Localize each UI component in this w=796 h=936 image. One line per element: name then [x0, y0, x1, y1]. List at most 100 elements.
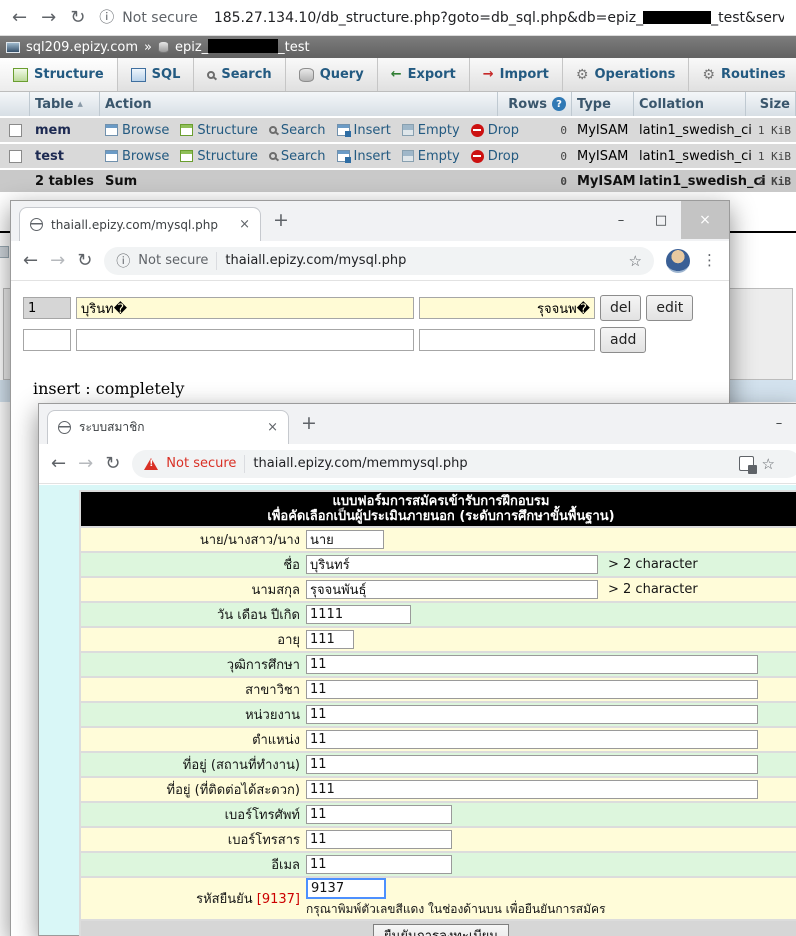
tab-structure[interactable]: Structure — [0, 58, 118, 91]
action-browse[interactable]: Browse — [105, 123, 169, 138]
tab-export[interactable]: ←Export — [378, 58, 470, 91]
form-title: แบบฟอร์มการสมัครเข้ารับการฝึกอบรม เพื่อค… — [81, 492, 796, 526]
tab-search[interactable]: Search — [194, 58, 285, 91]
contact-address-input[interactable] — [306, 780, 758, 799]
table-row-test: test Browse Structure Search Insert Empt… — [0, 144, 796, 168]
sql-icon — [131, 68, 146, 82]
reload-icon[interactable]: ↻ — [105, 455, 120, 473]
table-name[interactable]: test — [30, 144, 100, 168]
work-address-input[interactable] — [306, 755, 758, 774]
new-tab-button[interactable]: + — [301, 412, 317, 434]
tab-import[interactable]: →Import — [470, 58, 563, 91]
address-bar[interactable]: ⓘ Not secure thaiall.epizy.com/mysql.php… — [104, 247, 654, 275]
collation: latin1_swedish_ci — [634, 144, 746, 168]
verify-code-input[interactable] — [306, 878, 386, 899]
forward-icon[interactable]: → — [41, 9, 56, 27]
col-size: Size — [746, 92, 796, 116]
tab-query[interactable]: Query — [286, 58, 378, 91]
back-icon[interactable]: ← — [51, 455, 66, 473]
browser-tab[interactable]: thaiall.epizy.com/mysql.php × — [19, 207, 261, 241]
tab-routines[interactable]: ⚙Routines — [689, 58, 796, 91]
firstname-input[interactable] — [306, 555, 598, 574]
translate-icon[interactable] — [739, 456, 754, 471]
minimize-button[interactable]: – — [759, 404, 796, 442]
row-checkbox[interactable] — [9, 124, 22, 137]
window-titlebar[interactable]: thaiall.epizy.com/mysql.php × + – □ × — [11, 201, 729, 241]
age-input[interactable] — [306, 630, 354, 649]
tab-close-icon[interactable]: × — [239, 217, 250, 232]
organization-input[interactable] — [306, 705, 758, 724]
tab-operations[interactable]: ⚙Operations — [563, 58, 690, 91]
back-icon[interactable]: ← — [23, 252, 38, 270]
email-input[interactable] — [306, 855, 452, 874]
tab-close-icon[interactable]: × — [267, 420, 278, 435]
delete-button[interactable]: del — [600, 295, 641, 321]
bookmark-star-icon[interactable]: ☆ — [629, 252, 642, 270]
add-button[interactable]: add — [600, 327, 646, 353]
table-name[interactable]: mem — [30, 118, 100, 142]
form-row: อายุ — [81, 628, 796, 651]
form-row: เบอร์โทรศัพท์ — [81, 803, 796, 826]
action-structure[interactable]: Structure — [180, 149, 257, 164]
breadcrumb-db[interactable]: epiz__test — [175, 39, 310, 55]
address-bar[interactable]: ⓘ Not secure 185.27.134.10/db_structure.… — [99, 9, 784, 27]
record-name-field[interactable] — [76, 297, 414, 319]
record-surname-field[interactable] — [419, 297, 595, 319]
education-input[interactable] — [306, 655, 758, 674]
action-insert[interactable]: Insert — [337, 123, 391, 138]
screenshot-root: ← → ↻ ⓘ Not secure 185.27.134.10/db_stru… — [0, 0, 796, 936]
major-input[interactable] — [306, 680, 758, 699]
position-input[interactable] — [306, 730, 758, 749]
back-icon[interactable]: ← — [12, 9, 27, 27]
col-rows: Rows — [508, 97, 547, 112]
breadcrumb-server[interactable]: sql209.epizy.com — [26, 40, 138, 55]
fax-input[interactable] — [306, 830, 452, 849]
title-input[interactable] — [306, 530, 384, 549]
empty-icon — [402, 150, 414, 162]
window-titlebar[interactable]: ระบบสมาชิก × + – — [39, 404, 796, 444]
minimize-button[interactable]: – — [601, 201, 641, 239]
action-search[interactable]: Search — [269, 123, 326, 138]
browse-icon — [105, 124, 118, 136]
action-search[interactable]: Search — [269, 149, 326, 164]
new-id-field[interactable] — [23, 329, 71, 351]
new-name-field[interactable] — [76, 329, 414, 351]
new-tab-button[interactable]: + — [273, 209, 289, 231]
new-record-row: add — [23, 327, 729, 353]
collation: latin1_swedish_ci — [634, 118, 746, 142]
record-id-field[interactable] — [23, 297, 71, 319]
address-bar[interactable]: Not secure thaiall.epizy.com/memmysql.ph… — [132, 450, 796, 478]
browse-icon — [105, 150, 118, 162]
submit-button[interactable]: ยืนยันการลงทะเบียน — [373, 924, 509, 936]
search-icon — [269, 152, 277, 160]
lastname-input[interactable] — [306, 580, 598, 599]
new-surname-field[interactable] — [419, 329, 595, 351]
close-button[interactable]: × — [681, 201, 729, 239]
help-icon[interactable]: ? — [552, 97, 566, 111]
pma-breadcrumb: sql209.epizy.com » epiz__test — [0, 36, 796, 58]
profile-avatar[interactable] — [666, 249, 690, 273]
action-insert[interactable]: Insert — [337, 149, 391, 164]
edit-button[interactable]: edit — [646, 295, 693, 321]
tab-sql[interactable]: SQL — [118, 58, 195, 91]
info-icon[interactable]: ⓘ — [99, 10, 114, 25]
print-view-icon — [0, 246, 9, 258]
bookmark-star-icon[interactable]: ☆ — [762, 455, 775, 473]
action-empty[interactable]: Empty — [402, 123, 460, 138]
info-icon[interactable]: ⓘ — [116, 251, 130, 271]
reload-icon[interactable]: ↻ — [77, 252, 92, 270]
sum-count: 2 tables — [30, 170, 100, 192]
maximize-button[interactable]: □ — [641, 201, 681, 239]
browser-tab[interactable]: ระบบสมาชิก × — [47, 410, 289, 444]
action-empty[interactable]: Empty — [402, 149, 460, 164]
phone-input[interactable] — [306, 805, 452, 824]
row-checkbox[interactable] — [9, 150, 22, 163]
submit-row: ยืนยันการลงทะเบียน — [81, 921, 796, 936]
redaction-box — [643, 11, 711, 24]
export-icon: ← — [391, 68, 402, 82]
action-browse[interactable]: Browse — [105, 149, 169, 164]
birthdate-input[interactable] — [306, 605, 411, 624]
reload-icon[interactable]: ↻ — [70, 9, 85, 27]
menu-icon[interactable]: ⋮ — [702, 253, 717, 268]
action-structure[interactable]: Structure — [180, 123, 257, 138]
